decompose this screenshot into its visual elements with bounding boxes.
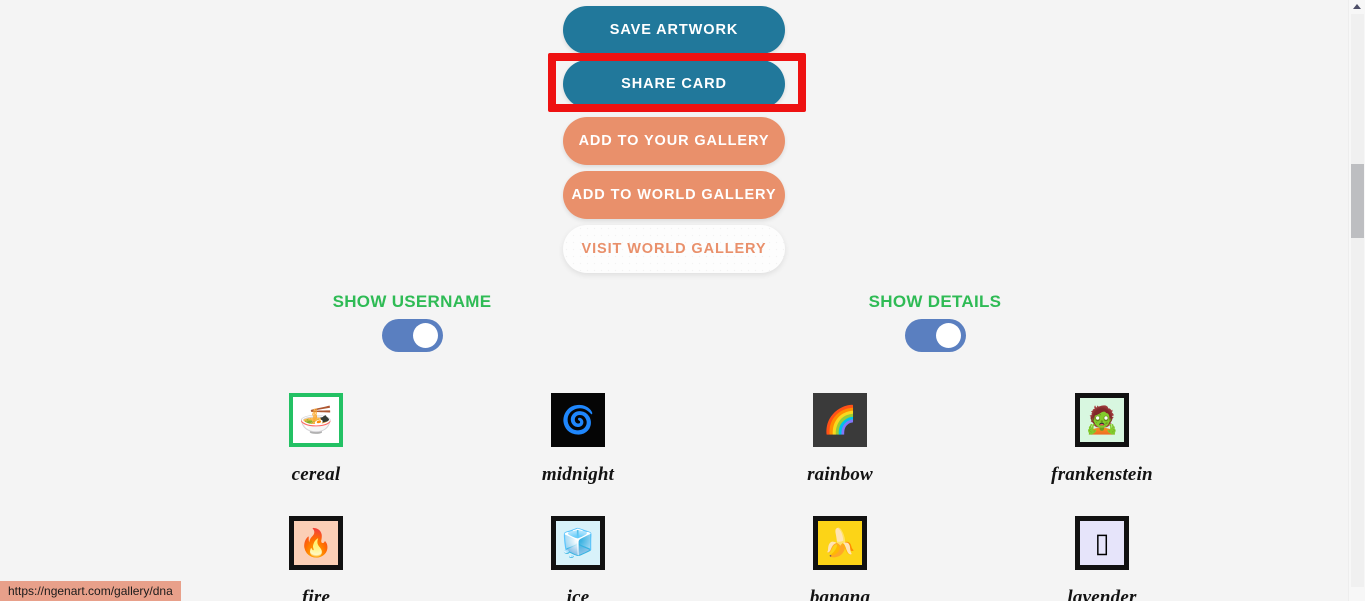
save-artwork-button[interactable]: SAVE ARTWORK xyxy=(563,6,785,54)
action-button-stack: SAVE ARTWORK SHARE CARD ADD TO YOUR GALL… xyxy=(563,6,785,279)
gallery-row: 🔥 fire 🧊 ice 🍌 banana ▯ lavender xyxy=(185,516,1235,601)
lavender-icon[interactable]: ▯ xyxy=(1075,516,1129,570)
cereal-icon[interactable]: 🍜 xyxy=(289,393,343,447)
page-viewport: SAVE ARTWORK SHARE CARD ADD TO YOUR GALL… xyxy=(0,0,1348,601)
gallery-item-frankenstein[interactable]: 🧟 frankenstein xyxy=(971,393,1233,516)
gallery-item-label: banana xyxy=(809,587,871,601)
gallery-item-label: rainbow xyxy=(807,464,873,485)
banana-icon[interactable]: 🍌 xyxy=(813,516,867,570)
gallery-item-rainbow[interactable]: 🌈 rainbow xyxy=(709,393,971,516)
gallery-item-banana[interactable]: 🍌 banana xyxy=(709,516,971,601)
visit-world-gallery-button[interactable]: VISIT WORLD GALLERY xyxy=(563,225,785,273)
toggle-knob xyxy=(412,323,438,348)
add-to-your-gallery-button[interactable]: ADD TO YOUR GALLERY xyxy=(563,117,785,165)
fire-icon[interactable]: 🔥 xyxy=(289,516,343,570)
gallery-item-midnight[interactable]: 🌀 midnight xyxy=(447,393,709,516)
show-username-toggle-group: SHOW USERNAME xyxy=(312,292,512,352)
gallery-item-ice[interactable]: 🧊 ice xyxy=(447,516,709,601)
gallery-item-label: ice xyxy=(566,587,590,601)
show-username-toggle[interactable] xyxy=(381,319,443,352)
gallery-item-label: lavender xyxy=(1067,587,1137,601)
ice-icon[interactable]: 🧊 xyxy=(551,516,605,570)
gallery-icon-grid: 🍜 cereal 🌀 midnight 🌈 rainbow 🧟 frankens… xyxy=(185,393,1235,601)
share-card-button[interactable]: SHARE CARD xyxy=(563,60,785,108)
status-bar-link-preview: https://ngenart.com/gallery/dna xyxy=(0,581,181,601)
gallery-item-fire[interactable]: 🔥 fire xyxy=(185,516,447,601)
gallery-item-cereal[interactable]: 🍜 cereal xyxy=(185,393,447,516)
gallery-item-label: frankenstein xyxy=(1051,464,1153,485)
gallery-item-label: midnight xyxy=(541,464,615,485)
scrollbar-track[interactable] xyxy=(1351,14,1364,587)
vertical-scrollbar[interactable] xyxy=(1348,0,1365,601)
toggle-knob xyxy=(935,323,961,348)
gallery-item-label: cereal xyxy=(291,464,341,485)
gallery-row: 🍜 cereal 🌀 midnight 🌈 rainbow 🧟 frankens… xyxy=(185,393,1235,516)
gallery-item-label: fire xyxy=(301,587,331,601)
show-details-label: SHOW DETAILS xyxy=(868,292,1002,311)
scrollbar-thumb[interactable] xyxy=(1351,164,1364,238)
gallery-item-lavender[interactable]: ▯ lavender xyxy=(971,516,1233,601)
midnight-icon[interactable]: 🌀 xyxy=(551,393,605,447)
scroll-up-arrow-icon[interactable] xyxy=(1353,4,1361,9)
show-username-label: SHOW USERNAME xyxy=(332,292,492,311)
rainbow-icon[interactable]: 🌈 xyxy=(813,393,867,447)
add-to-world-gallery-button[interactable]: ADD TO WORLD GALLERY xyxy=(563,171,785,219)
show-details-toggle[interactable] xyxy=(904,319,966,352)
frankenstein-icon[interactable]: 🧟 xyxy=(1075,393,1129,447)
show-details-toggle-group: SHOW DETAILS xyxy=(835,292,1035,352)
